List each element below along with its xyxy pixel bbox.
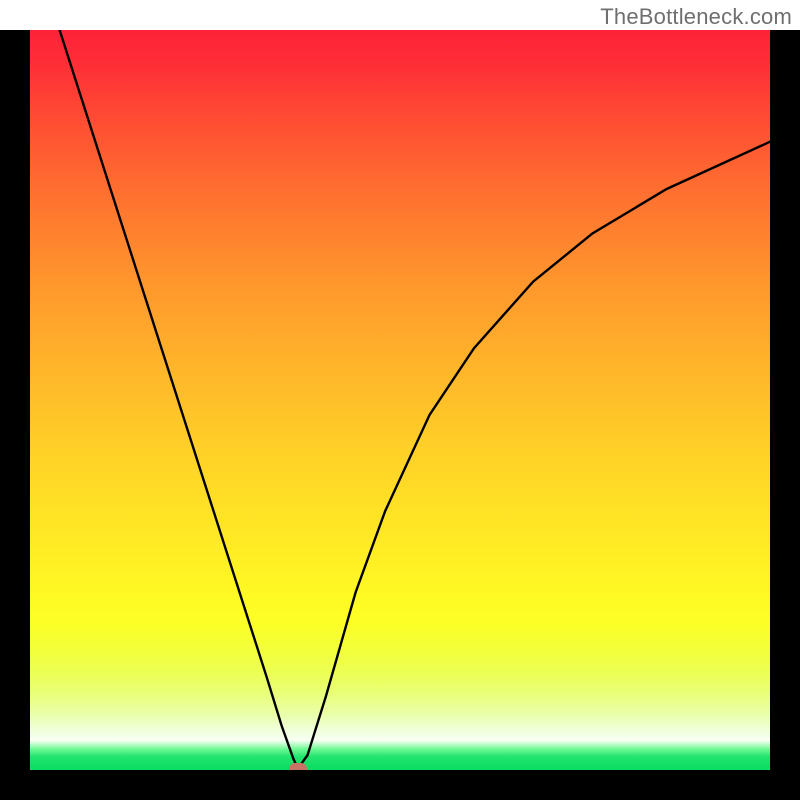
optimal-marker xyxy=(289,763,307,770)
plot-frame xyxy=(0,30,800,800)
chart-root: TheBottleneck.com xyxy=(0,0,800,800)
bottleneck-curve xyxy=(30,30,770,770)
plot-area xyxy=(30,30,770,770)
watermark-text: TheBottleneck.com xyxy=(600,4,792,30)
curve-right-branch xyxy=(298,142,770,769)
curve-left-branch xyxy=(60,30,298,769)
